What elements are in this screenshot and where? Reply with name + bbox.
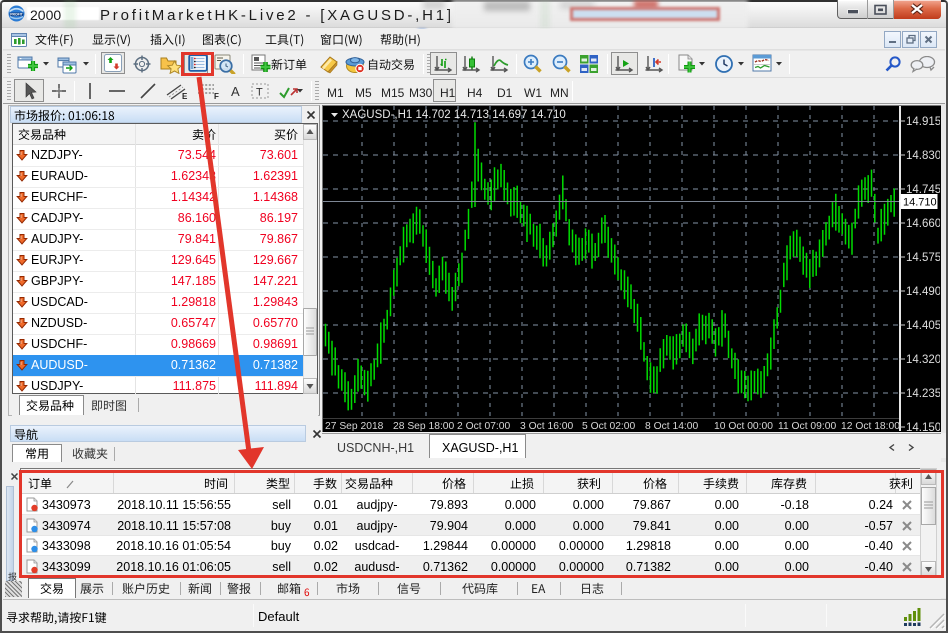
svg-text:5 Oct 02:00: 5 Oct 02:00 (582, 421, 636, 431)
svg-text:11 Oct 09:00: 11 Oct 09:00 (778, 421, 836, 431)
svg-text:12 Oct 18:00: 12 Oct 18:00 (841, 421, 900, 431)
svg-text:14.830: 14.830 (906, 150, 940, 162)
svg-text:14.575: 14.575 (906, 252, 940, 264)
svg-text:14.235: 14.235 (906, 388, 940, 400)
svg-text:14.915: 14.915 (906, 116, 940, 128)
svg-text:14.320: 14.320 (906, 354, 940, 366)
svg-text:A: A (231, 84, 240, 99)
svg-text:14.660: 14.660 (906, 218, 940, 230)
svg-text:27 Sep 2018: 27 Sep 2018 (325, 421, 384, 431)
svg-text:14.405: 14.405 (906, 320, 940, 332)
svg-text:8 Oct 14:00: 8 Oct 14:00 (645, 421, 699, 431)
svg-text:XAGUSD-,H1 14.702 14.713 14.6: XAGUSD-,H1 14.702 14.713 14.697 14.710 (342, 109, 566, 121)
svg-text:14.490: 14.490 (906, 286, 940, 298)
svg-text:2 Oct 07:00: 2 Oct 07:00 (457, 421, 511, 431)
svg-text:F: F (214, 92, 219, 101)
svg-text:PROFIT: PROFIT (10, 13, 23, 17)
svg-text:14.150: 14.150 (906, 422, 940, 431)
svg-text:10 Oct 00:00: 10 Oct 00:00 (714, 421, 773, 431)
svg-text:28 Sep 18:00: 28 Sep 18:00 (393, 421, 455, 431)
svg-text:T: T (256, 87, 263, 99)
svg-text:E: E (182, 92, 188, 101)
svg-text:3 Oct 16:00: 3 Oct 16:00 (520, 421, 574, 431)
svg-text:14.710: 14.710 (903, 197, 937, 209)
